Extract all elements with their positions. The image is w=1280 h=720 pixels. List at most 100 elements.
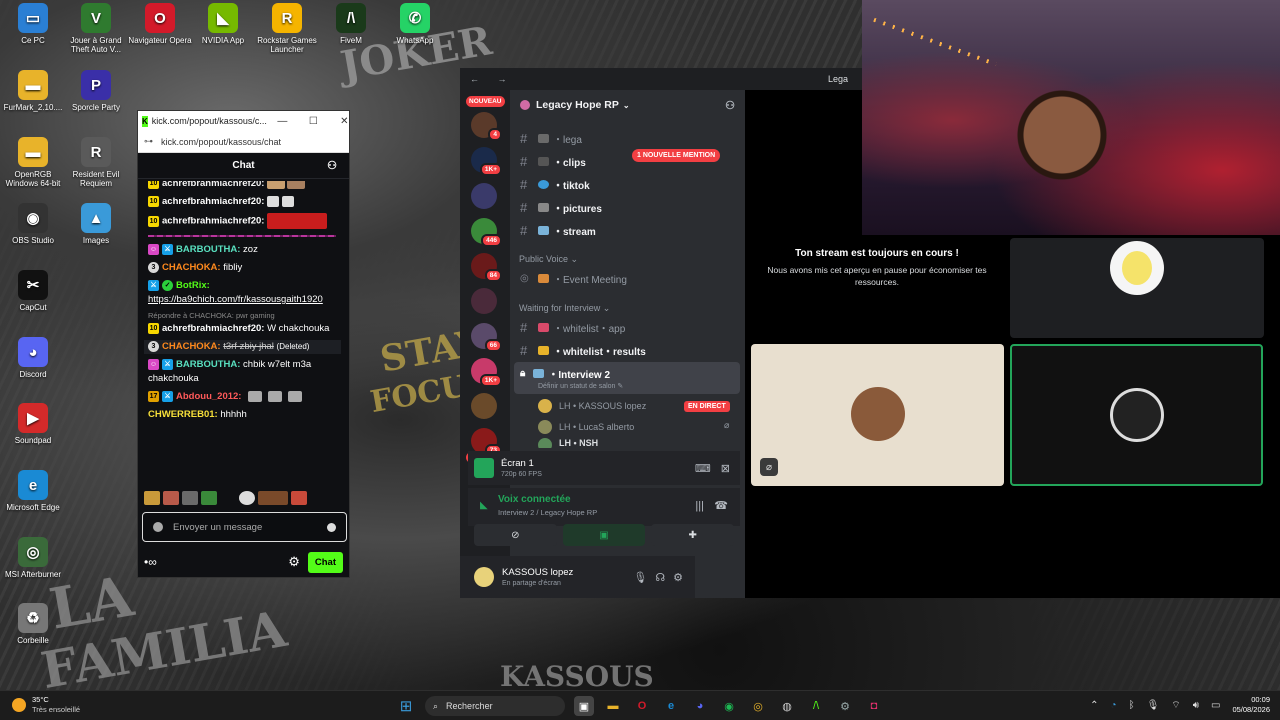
close-icon[interactable]: ✕: [329, 116, 360, 127]
mention-pill[interactable]: 1 NOUVELLE MENTION: [632, 149, 721, 162]
battery-icon[interactable]: ▭: [1211, 700, 1220, 711]
channel-item[interactable]: ◎ ・Event Meeting: [520, 268, 627, 288]
server-icon[interactable]: [471, 288, 497, 314]
desktop-icon-resident-evil-requiem[interactable]: R Resident Evil Requiem: [63, 137, 129, 188]
desktop-icon-msi-afterburner[interactable]: ◎ MSI Afterburner: [0, 537, 66, 579]
desktop-icon-jouer-grand-theft-auto-v[interactable]: V Jouer à Grand Theft Auto V...: [63, 3, 129, 54]
microphone-icon[interactable]: 🎙︎: [633, 571, 647, 584]
chat-username[interactable]: BARBOUTHA:: [176, 244, 240, 255]
clock[interactable]: 00:09 05/08/2026: [1232, 695, 1270, 715]
chat-message-list[interactable]: 10 achrefbrahmiachref20: 10 achrefbrahmiac…: [138, 181, 349, 507]
desktop-icon-whatsapp[interactable]: ✆ WhatsApp: [382, 3, 448, 45]
voice-user[interactable]: LH • NSH: [538, 438, 598, 448]
channel-item[interactable]: # ・tiktok: [520, 174, 590, 194]
chat-username[interactable]: CHACHOKA:: [162, 341, 221, 352]
fivem-icon[interactable]: /\: [806, 696, 826, 716]
chat-settings-icon[interactable]: [153, 522, 163, 532]
server-icon[interactable]: 446: [471, 218, 502, 247]
chat-username[interactable]: achrefbrahmiachref20:: [162, 181, 264, 189]
desktop-icon-soundpad[interactable]: ▶ Soundpad: [0, 403, 66, 445]
minimize-icon[interactable]: —: [267, 116, 298, 127]
voice-channel-selected[interactable]: 🔒︎ ・Interview 2 Définir un statut de sal…: [514, 362, 740, 394]
avatar[interactable]: [474, 567, 494, 587]
gear-icon[interactable]: ⚙: [288, 554, 300, 570]
chat-link[interactable]: https://ba9chich.com/fr/kassousgaith1920: [148, 294, 323, 305]
settings-icon[interactable]: ⚙: [835, 696, 855, 716]
user-list-icon[interactable]: ⚇: [327, 159, 337, 172]
gear-icon[interactable]: ⚙: [673, 571, 683, 584]
send-chat-button[interactable]: Chat: [307, 551, 343, 573]
chat-username[interactable]: Abdouu_2012:: [176, 391, 241, 402]
stop-stream-icon[interactable]: ⊠: [721, 462, 730, 475]
server-icon[interactable]: 66: [471, 323, 502, 352]
opera-icon[interactable]: O: [632, 696, 652, 716]
server-icon[interactable]: 1K+: [471, 147, 502, 176]
camera-off-button[interactable]: ⊘: [474, 524, 557, 546]
server-icon[interactable]: 4: [471, 112, 502, 141]
desktop-icon-navigateur-opera[interactable]: O Navigateur Opera: [127, 3, 193, 45]
discord-icon[interactable]: ◕: [690, 696, 710, 716]
screen-share-button[interactable]: ▣: [562, 524, 646, 546]
desktop-icon-ce-pc[interactable]: ▭ Ce PC: [0, 3, 66, 45]
network-icon[interactable]: ◔: [1111, 700, 1117, 711]
kick-chat-window[interactable]: K kick.com/popout/kassous/c... — ☐ ✕ ⊶ k…: [137, 110, 350, 578]
new-badge[interactable]: NOUVEAU: [466, 96, 505, 107]
desktop-icon-furmark-2-10[interactable]: ▬ FurMark_2.10....: [0, 70, 66, 112]
emote[interactable]: [182, 491, 198, 505]
instagram-icon[interactable]: ◘: [864, 696, 884, 716]
server-icon[interactable]: 84: [471, 253, 502, 282]
desktop-icon-openrgb-windows-64-bit[interactable]: ▬ OpenRGB Windows 64-bit: [0, 137, 66, 188]
server-icon[interactable]: 1K+: [471, 358, 502, 387]
server-icon[interactable]: [471, 393, 497, 419]
disconnect-icon[interactable]: ☎: [714, 499, 728, 512]
controller-icon[interactable]: ⌨: [695, 462, 711, 475]
activities-button[interactable]: ✚: [651, 524, 735, 546]
participant-tile-speaking[interactable]: [1010, 344, 1263, 486]
chrome-icon[interactable]: ◎: [748, 696, 768, 716]
emote[interactable]: [239, 491, 255, 505]
windows-start-icon[interactable]: ⊞: [396, 696, 416, 716]
emoji-icon[interactable]: [327, 522, 336, 532]
participant-tile[interactable]: [751, 344, 1004, 486]
chevron-up-icon[interactable]: ⌃: [1090, 700, 1098, 711]
chat-username[interactable]: CHACHOKA:: [162, 262, 221, 273]
obs-icon[interactable]: ◍: [777, 696, 797, 716]
user-panel[interactable]: KASSOUS lopez En partage d'écran 🎙︎ ☊ ⚙: [460, 556, 695, 598]
desktop-icon-images[interactable]: ▲ Images: [63, 203, 129, 245]
search-box[interactable]: ⌕ Rechercher: [425, 696, 565, 716]
chat-message-input[interactable]: Envoyer un message: [142, 512, 347, 542]
channel-item[interactable]: # ・clips: [520, 151, 586, 171]
emote[interactable]: [144, 491, 160, 505]
channel-item[interactable]: # ・lega: [520, 128, 582, 148]
category-waiting[interactable]: Waiting for Interview ⌄: [519, 303, 610, 314]
screen-share-panel[interactable]: Écran 1 720p 60 FPS ⌨ ⊠: [468, 451, 740, 485]
desktop-icon-microsoft-edge[interactable]: e Microsoft Edge: [0, 470, 66, 512]
site-settings-icon[interactable]: ⊶: [144, 136, 153, 147]
edge-icon[interactable]: e: [661, 696, 681, 716]
weather-widget[interactable]: 35°C Très ensoleillé: [12, 695, 80, 715]
volume-icon[interactable]: 🔊︎: [1193, 700, 1199, 711]
category-public-voice[interactable]: Public Voice ⌄: [519, 254, 578, 265]
voice-user[interactable]: LH • KASSOUS lopez: [538, 397, 646, 415]
maximize-icon[interactable]: ☐: [298, 116, 329, 127]
voice-user[interactable]: LH • LucaS alberto: [538, 418, 634, 436]
emote[interactable]: [258, 491, 288, 505]
noise-suppression-icon[interactable]: |||: [695, 500, 704, 512]
invite-people-icon[interactable]: ⚇: [725, 99, 735, 112]
emote-strip[interactable]: [144, 491, 307, 505]
wifi-icon[interactable]: ⌔: [1171, 699, 1180, 712]
emote[interactable]: [291, 491, 307, 505]
channel-item[interactable]: # ・whitelist・results: [520, 340, 646, 360]
chat-username[interactable]: BotRix:: [176, 280, 210, 291]
chat-username[interactable]: CHWERREB01:: [148, 409, 218, 420]
address-bar[interactable]: ⊶ kick.com/popout/kassous/chat: [138, 131, 349, 153]
spotify-icon[interactable]: ◉: [719, 696, 739, 716]
chat-username[interactable]: achrefbrahmiachref20:: [162, 196, 264, 207]
desktop-icon-rockstar-games-launcher[interactable]: R Rockstar Games Launcher: [254, 3, 320, 54]
task-view-icon[interactable]: ▣: [574, 696, 594, 716]
channel-item[interactable]: # ・stream: [520, 220, 596, 240]
server-icon[interactable]: [471, 183, 497, 209]
headphones-icon[interactable]: ☊: [655, 571, 665, 584]
points-icon[interactable]: •∞: [144, 555, 157, 569]
participant-tile[interactable]: [1010, 238, 1264, 338]
